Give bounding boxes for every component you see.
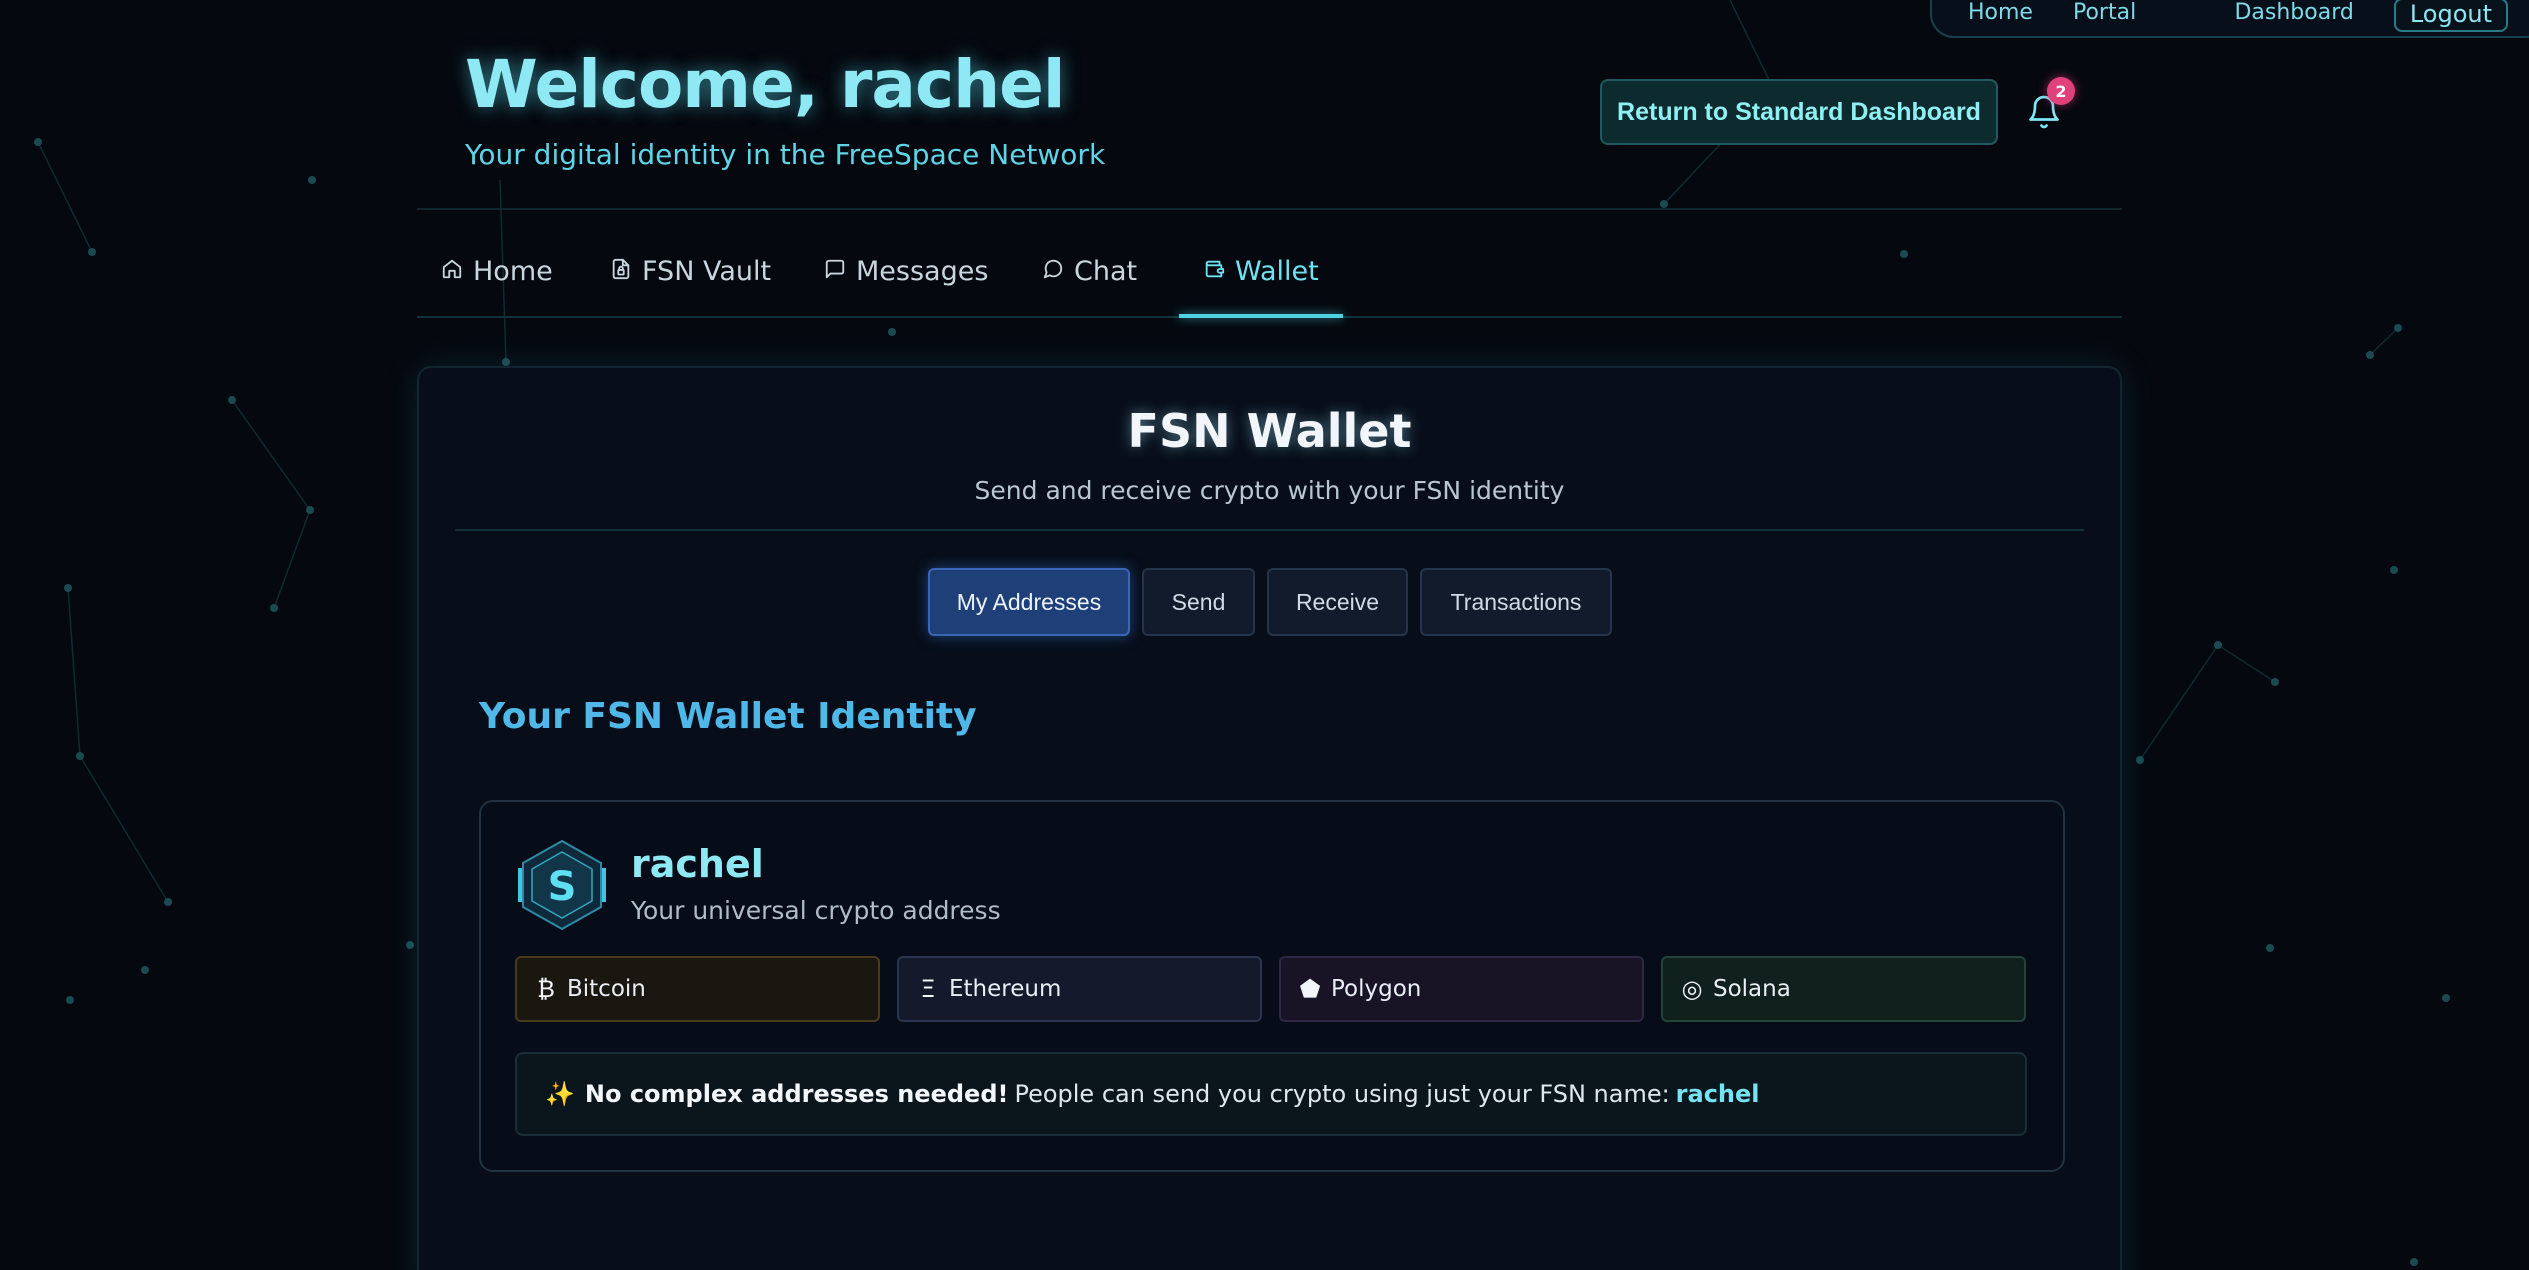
chain-chip-bitcoin[interactable]: ₿ Bitcoin — [515, 956, 880, 1022]
tab-home[interactable]: Home — [441, 240, 553, 316]
avatar-letter: S — [548, 864, 577, 910]
tab-messages-label: Messages — [856, 256, 989, 287]
ethereum-icon: Ξ — [920, 975, 936, 1003]
bitcoin-icon: ₿ — [537, 974, 555, 1003]
subtab-my-addresses[interactable]: My Addresses — [928, 568, 1130, 636]
message-circle-icon — [1043, 259, 1063, 279]
tab-fsn-vault[interactable]: FSN Vault — [610, 240, 771, 316]
notice-fsn-name: rachel — [1675, 1080, 1760, 1108]
identity-heading: Your FSN Wallet Identity — [479, 696, 977, 737]
identity-name: rachel — [631, 842, 764, 886]
return-to-standard-dashboard-button[interactable]: Return to Standard Dashboard — [1600, 79, 1998, 145]
tab-chat[interactable]: Chat — [1042, 240, 1137, 316]
polygon-icon: ⬟ — [1299, 975, 1321, 1003]
chain-chip-ethereum[interactable]: Ξ Ethereum — [897, 956, 1262, 1022]
top-nav-admin-portal-link[interactable]: Admin Portal — [2073, 0, 2195, 24]
notification-count-badge: 2 — [2047, 77, 2075, 105]
sparkles-icon: ✨ — [545, 1080, 575, 1108]
identity-description: Your universal crypto address — [631, 896, 1001, 925]
header-divider — [417, 208, 2122, 210]
chain-label-polygon: Polygon — [1331, 976, 1422, 1002]
tab-home-label: Home — [473, 256, 553, 287]
welcome-title: Welcome, rachel — [465, 46, 1065, 123]
chain-label-ethereum: Ethereum — [949, 976, 1062, 1002]
notice-text: People can send you crypto using just yo… — [1014, 1080, 1670, 1108]
home-icon — [442, 259, 462, 279]
top-nav-home-link[interactable]: Home — [1968, 2, 2033, 24]
fsn-name-notice: ✨ No complex addresses needed! People ca… — [515, 1052, 2027, 1136]
tab-chat-label: Chat — [1074, 256, 1138, 287]
wallet-subtitle: Send and receive crypto with your FSN id… — [974, 476, 1565, 505]
wallet-icon — [1205, 260, 1225, 278]
main-tabs: Home FSN Vault Messages Chat Wallet — [417, 240, 2122, 318]
message-square-icon — [825, 259, 845, 279]
subtab-receive[interactable]: Receive — [1267, 568, 1408, 636]
chain-label-bitcoin: Bitcoin — [567, 976, 646, 1002]
tab-messages[interactable]: Messages — [824, 240, 988, 316]
wallet-card: FSN Wallet Send and receive crypto with … — [417, 366, 2122, 1270]
wallet-divider — [455, 529, 2084, 531]
solana-icon: ◎ — [1681, 975, 1703, 1003]
chain-label-solana: Solana — [1713, 976, 1791, 1002]
tab-wallet[interactable]: Wallet — [1179, 240, 1343, 318]
wallet-title: FSN Wallet — [1127, 404, 1412, 458]
welcome-subtitle: Your digital identity in the FreeSpace N… — [465, 138, 1106, 171]
tab-fsn-vault-label: FSN Vault — [642, 256, 772, 287]
top-nav-dashboard-link[interactable]: Dashboard — [2234, 2, 2353, 24]
file-lock-icon — [612, 258, 630, 280]
chain-chip-solana[interactable]: ◎ Solana — [1661, 956, 2026, 1022]
logout-button[interactable]: Logout — [2393, 0, 2508, 32]
page: Home Admin Portal Dashboard Logout Welco… — [0, 0, 2529, 1270]
notice-bold-text: No complex addresses needed! — [584, 1080, 1009, 1108]
tab-wallet-label: Wallet — [1235, 256, 1319, 287]
subtab-send[interactable]: Send — [1142, 568, 1255, 636]
fsn-hexagon-avatar-icon: S — [518, 839, 606, 931]
top-nav: Home Admin Portal Dashboard Logout — [1930, 0, 2529, 38]
chain-chip-polygon[interactable]: ⬟ Polygon — [1279, 956, 1644, 1022]
subtab-transactions[interactable]: Transactions — [1420, 568, 1612, 636]
identity-box: S rachel Your universal crypto address ₿… — [479, 800, 2065, 1172]
